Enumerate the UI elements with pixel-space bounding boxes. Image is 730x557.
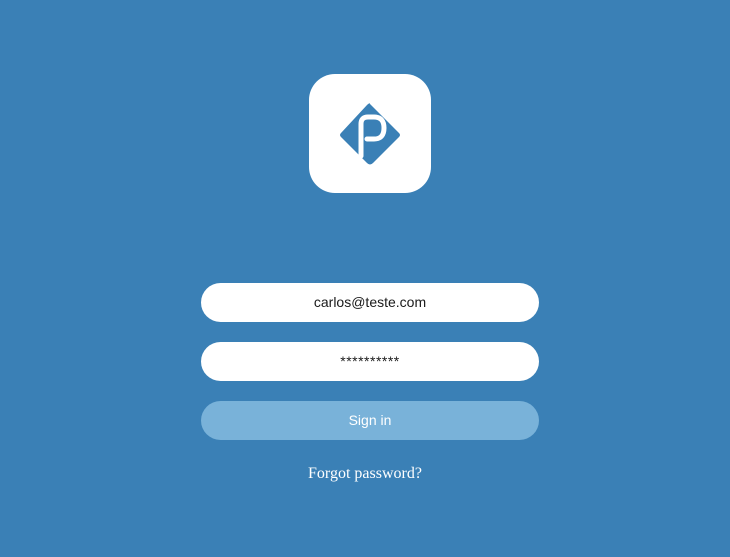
- sign-in-button[interactable]: Sign in: [201, 401, 539, 440]
- password-field[interactable]: [201, 342, 539, 381]
- email-field[interactable]: [201, 283, 539, 322]
- app-logo: [309, 74, 431, 193]
- forgot-password-link[interactable]: Forgot password?: [0, 465, 730, 483]
- p-diamond-logo-icon: [340, 102, 400, 164]
